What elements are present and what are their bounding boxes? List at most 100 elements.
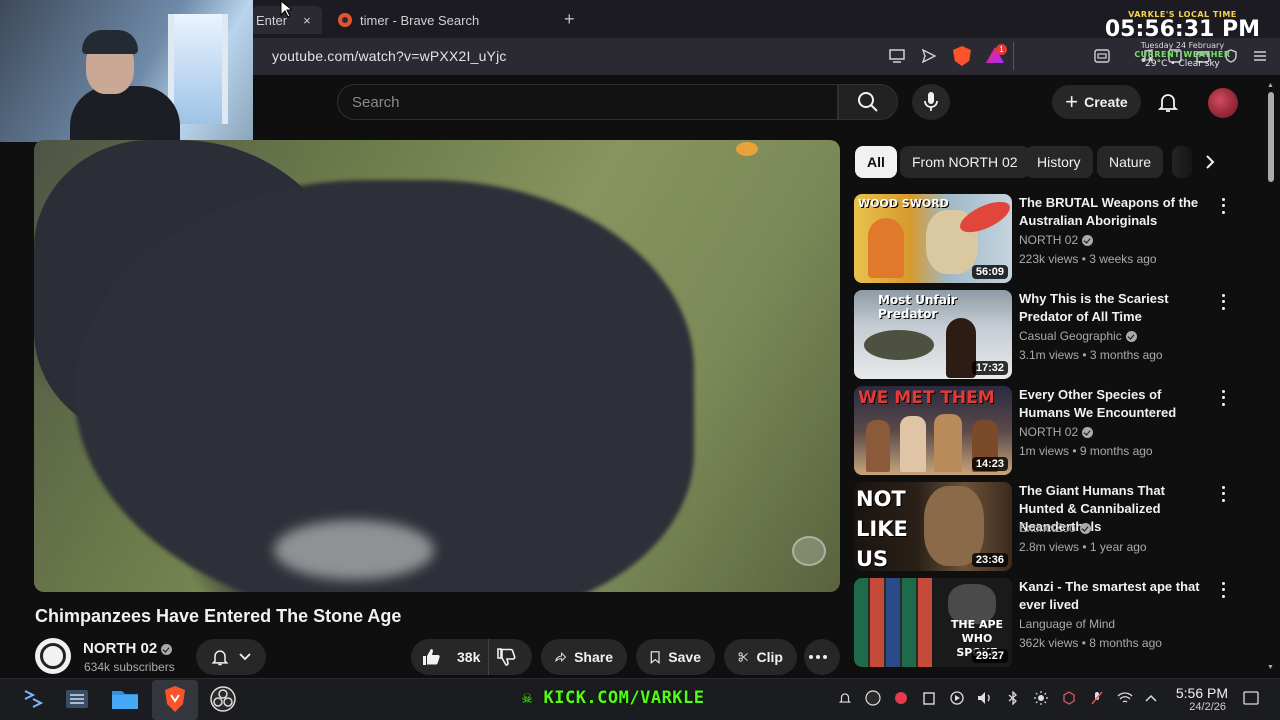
brave-search-favicon-icon <box>338 13 352 27</box>
tab-brave-search[interactable]: timer - Brave Search <box>332 6 552 34</box>
show-desktop-icon[interactable] <box>1242 689 1260 707</box>
recommendation-thumbnail[interactable]: WOOD SWORD 56:09 <box>854 194 1012 283</box>
system-clock-date[interactable]: 24/2/26 <box>1168 701 1226 713</box>
brave-browser-icon[interactable] <box>160 684 190 714</box>
more-vertical-icon[interactable] <box>1217 196 1229 216</box>
share-button[interactable]: Share <box>541 639 627 675</box>
vpn-tray-icon[interactable] <box>1060 689 1078 707</box>
recommendation-item[interactable]: NOT LIKE US 23:36 The Giant Humans That … <box>854 482 1234 572</box>
recommendation-channel[interactable]: ExtinctZoo <box>1019 521 1076 535</box>
app-launcher-icon[interactable] <box>18 684 48 714</box>
scroll-down-arrow-icon[interactable]: ▼ <box>1267 664 1274 671</box>
weather-label: CURRENT WEATHER <box>1134 50 1231 59</box>
create-label: Create <box>1084 94 1128 110</box>
chips-next-button[interactable] <box>1196 146 1224 178</box>
chip-from-channel[interactable]: From NORTH 02 <box>900 146 1030 178</box>
webcam-overlay <box>0 0 253 142</box>
url-field[interactable]: youtube.com/watch?v=wPXX2I_uYjc <box>272 48 507 64</box>
chip-nature[interactable]: Nature <box>1097 146 1164 178</box>
subscriber-count: 634k subscribers <box>84 660 175 674</box>
recommendation-item[interactable]: Most Unfair Predator 17:32 Why This is t… <box>854 290 1234 380</box>
recommendation-thumbnail[interactable]: THE APE WHO SPOKE 29:27 <box>854 578 1012 667</box>
system-settings-icon[interactable] <box>62 684 92 714</box>
volume-icon[interactable] <box>976 689 994 707</box>
like-button[interactable]: 38k <box>411 639 489 675</box>
page-scrollbar-thumb[interactable] <box>1268 92 1274 182</box>
recommendation-title[interactable]: Every Other Species of Humans We Encount… <box>1019 386 1204 422</box>
video-duration: 56:09 <box>971 265 1008 279</box>
recording-indicator-icon[interactable] <box>892 689 910 707</box>
save-label: Save <box>668 649 701 665</box>
recommendation-thumbnail[interactable]: WE MET THEM 14:23 <box>854 386 1012 475</box>
more-actions-button[interactable] <box>804 639 840 675</box>
recommendation-item[interactable]: WOOD SWORD 56:09 The BRUTAL Weapons of t… <box>854 194 1234 284</box>
more-vertical-icon[interactable] <box>1217 580 1229 600</box>
clip-button[interactable]: Clip <box>724 639 797 675</box>
search-placeholder: Search <box>352 94 400 111</box>
save-button[interactable]: Save <box>636 639 715 675</box>
system-clock-time[interactable]: 5:56 PM <box>1168 685 1228 701</box>
new-tab-button[interactable]: + <box>564 9 575 30</box>
recommendation-title[interactable]: Why This is the Scariest Predator of All… <box>1019 290 1204 326</box>
obs-tray-icon[interactable] <box>864 689 882 707</box>
chip-all[interactable]: All <box>855 146 897 178</box>
search-button[interactable] <box>838 84 898 120</box>
channel-name[interactable]: NORTH 02 <box>83 640 157 657</box>
video-player[interactable] <box>34 140 840 592</box>
send-icon[interactable] <box>920 47 938 65</box>
wifi-icon[interactable] <box>1116 689 1134 707</box>
recommendation-title[interactable]: The BRUTAL Weapons of the Australian Abo… <box>1019 194 1204 230</box>
microphone-muted-icon[interactable] <box>1088 689 1106 707</box>
channel-name-row[interactable]: NORTH 02 <box>83 640 173 657</box>
stream-clock-overlay: VARKLE'S LOCAL TIME 05:56:31 PM Tuesday … <box>1105 10 1260 69</box>
dislike-button[interactable] <box>489 639 531 675</box>
thumbnail-caption: WE MET THEM <box>858 388 995 408</box>
screen-cast-icon[interactable] <box>888 47 906 65</box>
recommendation-channel-row: Casual Geographic <box>1019 329 1137 343</box>
recommendation-channel[interactable]: Language of Mind <box>1019 617 1115 631</box>
recommendation-channel-row: NORTH 02 <box>1019 425 1094 439</box>
create-button[interactable]: + Create <box>1052 85 1141 119</box>
channel-watermark-icon[interactable] <box>792 536 826 566</box>
obs-studio-icon[interactable] <box>208 684 238 714</box>
recommendation-meta: 1m views • 9 months ago <box>1019 444 1153 458</box>
recommendation-channel[interactable]: Casual Geographic <box>1019 329 1122 343</box>
chevron-right-icon <box>1206 155 1215 169</box>
brightness-icon[interactable] <box>1032 689 1050 707</box>
verified-check-icon <box>161 643 173 655</box>
bell-icon <box>211 650 229 666</box>
file-manager-icon[interactable] <box>110 684 140 714</box>
tab-close-icon[interactable]: × <box>303 13 311 28</box>
notification-bell-tray-icon[interactable] <box>836 689 854 707</box>
chip-history[interactable]: History <box>1025 146 1093 178</box>
more-horizontal-icon <box>809 655 827 659</box>
channel-avatar[interactable] <box>35 638 71 674</box>
voice-search-button[interactable] <box>912 84 950 120</box>
like-count: 38k <box>457 649 481 665</box>
more-vertical-icon[interactable] <box>1217 388 1229 408</box>
webcam-person-cap <box>82 30 138 54</box>
clipboard-icon[interactable] <box>920 689 938 707</box>
more-vertical-icon[interactable] <box>1217 292 1229 312</box>
recommendation-item[interactable]: THE APE WHO SPOKE 29:27 Kanzi - The smar… <box>854 578 1234 668</box>
recommendation-thumbnail[interactable]: Most Unfair Predator 17:32 <box>854 290 1012 379</box>
notifications-bell-icon[interactable] <box>1156 90 1180 114</box>
recommendation-thumbnail[interactable]: NOT LIKE US 23:36 <box>854 482 1012 571</box>
chevron-up-icon[interactable] <box>1142 689 1160 707</box>
video-frame-highlight <box>274 520 434 580</box>
subscription-bell-button[interactable] <box>196 639 266 675</box>
media-player-icon[interactable] <box>948 689 966 707</box>
scroll-up-arrow-icon[interactable]: ▲ <box>1267 82 1274 89</box>
account-avatar[interactable] <box>1208 88 1238 118</box>
recommendation-channel[interactable]: NORTH 02 <box>1019 425 1078 439</box>
recommendation-meta: 3.1m views • 3 months ago <box>1019 348 1163 362</box>
kick-channel-overlay: ☠ KICK.COM/VARKLE <box>522 688 705 708</box>
recommendation-title[interactable]: Kanzi - The smartest ape that ever lived <box>1019 578 1204 614</box>
recommendation-channel[interactable]: NORTH 02 <box>1019 233 1078 247</box>
recommendation-channel-row: ExtinctZoo <box>1019 521 1091 535</box>
recommendation-item[interactable]: WE MET THEM 14:23 Every Other Species of… <box>854 386 1234 476</box>
search-input[interactable]: Search <box>337 84 838 120</box>
more-vertical-icon[interactable] <box>1217 484 1229 504</box>
microphone-icon <box>924 92 938 111</box>
bluetooth-icon[interactable] <box>1004 689 1022 707</box>
